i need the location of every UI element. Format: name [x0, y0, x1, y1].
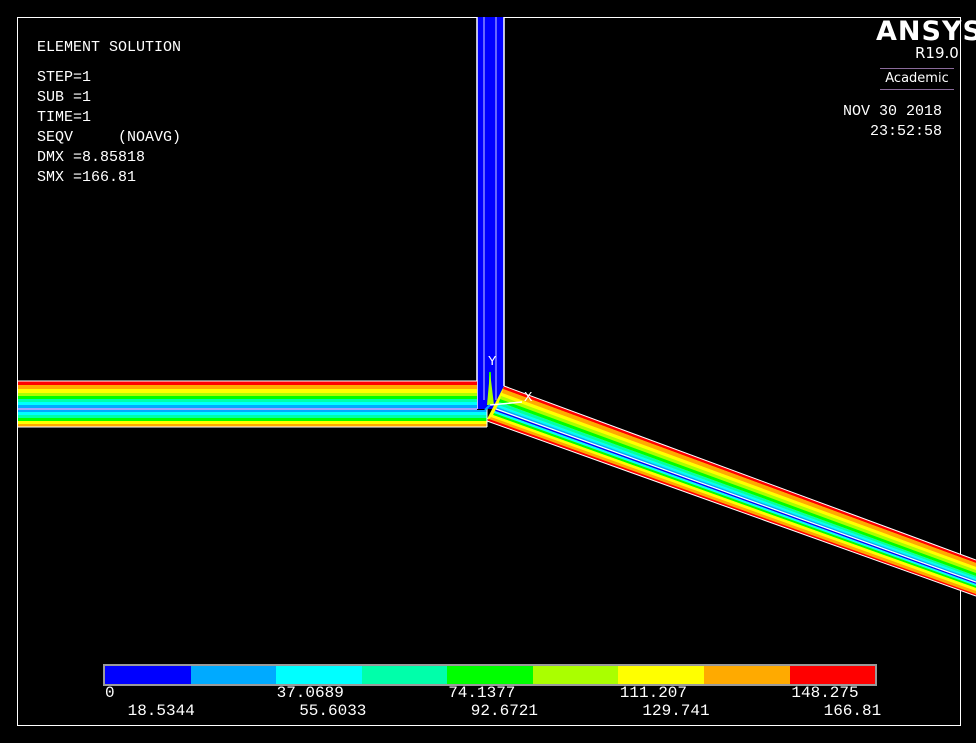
info-title: ELEMENT SOLUTION — [37, 39, 182, 56]
info-result: SEQV (NOAVG) — [37, 129, 182, 146]
legend-swatch — [703, 666, 790, 684]
contour-legend-bar — [103, 664, 877, 686]
legend-tick-label: 129.741 — [642, 702, 710, 720]
ansys-version: R19.0 — [915, 44, 959, 62]
legend-swatch — [532, 666, 619, 684]
vertical-member — [476, 17, 505, 409]
legend-tick-label: 55.6033 — [299, 702, 367, 720]
legend-swatch — [190, 666, 277, 684]
legend-swatch — [447, 666, 533, 684]
legend-tick-label: 18.5344 — [127, 702, 195, 720]
date-text: NOV 30 2018 — [842, 103, 942, 120]
info-sub: SUB =1 — [37, 89, 92, 106]
legend-tick-label: 92.6721 — [470, 702, 539, 720]
legend-swatch — [276, 666, 362, 684]
time-text: 23:52:58 — [869, 123, 942, 140]
info-dmx: DMX =8.85818 — [37, 149, 146, 166]
axis-x-label: X — [524, 390, 533, 406]
model-plot — [18, 17, 976, 597]
legend-swatch — [618, 666, 704, 684]
legend-swatch — [361, 666, 448, 684]
legend-tick-label: 166.81 — [823, 702, 882, 720]
legend-tick-label: 74.1377 — [448, 684, 516, 702]
legend-swatch — [105, 666, 191, 684]
graphics-viewport[interactable]: Y X ELEMENT SOLUTION STEP=1 SUB =1 TIME=… — [0, 0, 976, 743]
legend-tick-label: 148.275 — [791, 684, 859, 702]
legend-tick-label: 111.207 — [619, 684, 688, 702]
info-time: TIME=1 — [37, 109, 92, 126]
inclined-member — [486, 385, 976, 597]
axis-y-label: Y — [488, 354, 497, 370]
left-horizontal-member — [18, 380, 487, 428]
legend-swatch — [789, 666, 876, 684]
license-badge: Academic — [880, 68, 954, 90]
ansys-logo: ANSYS — [876, 16, 976, 47]
info-step: STEP=1 — [37, 69, 92, 86]
legend-tick-label: 37.0689 — [276, 684, 344, 702]
legend-tick-label: 0 — [105, 684, 115, 702]
info-smx: SMX =166.81 — [37, 169, 137, 186]
